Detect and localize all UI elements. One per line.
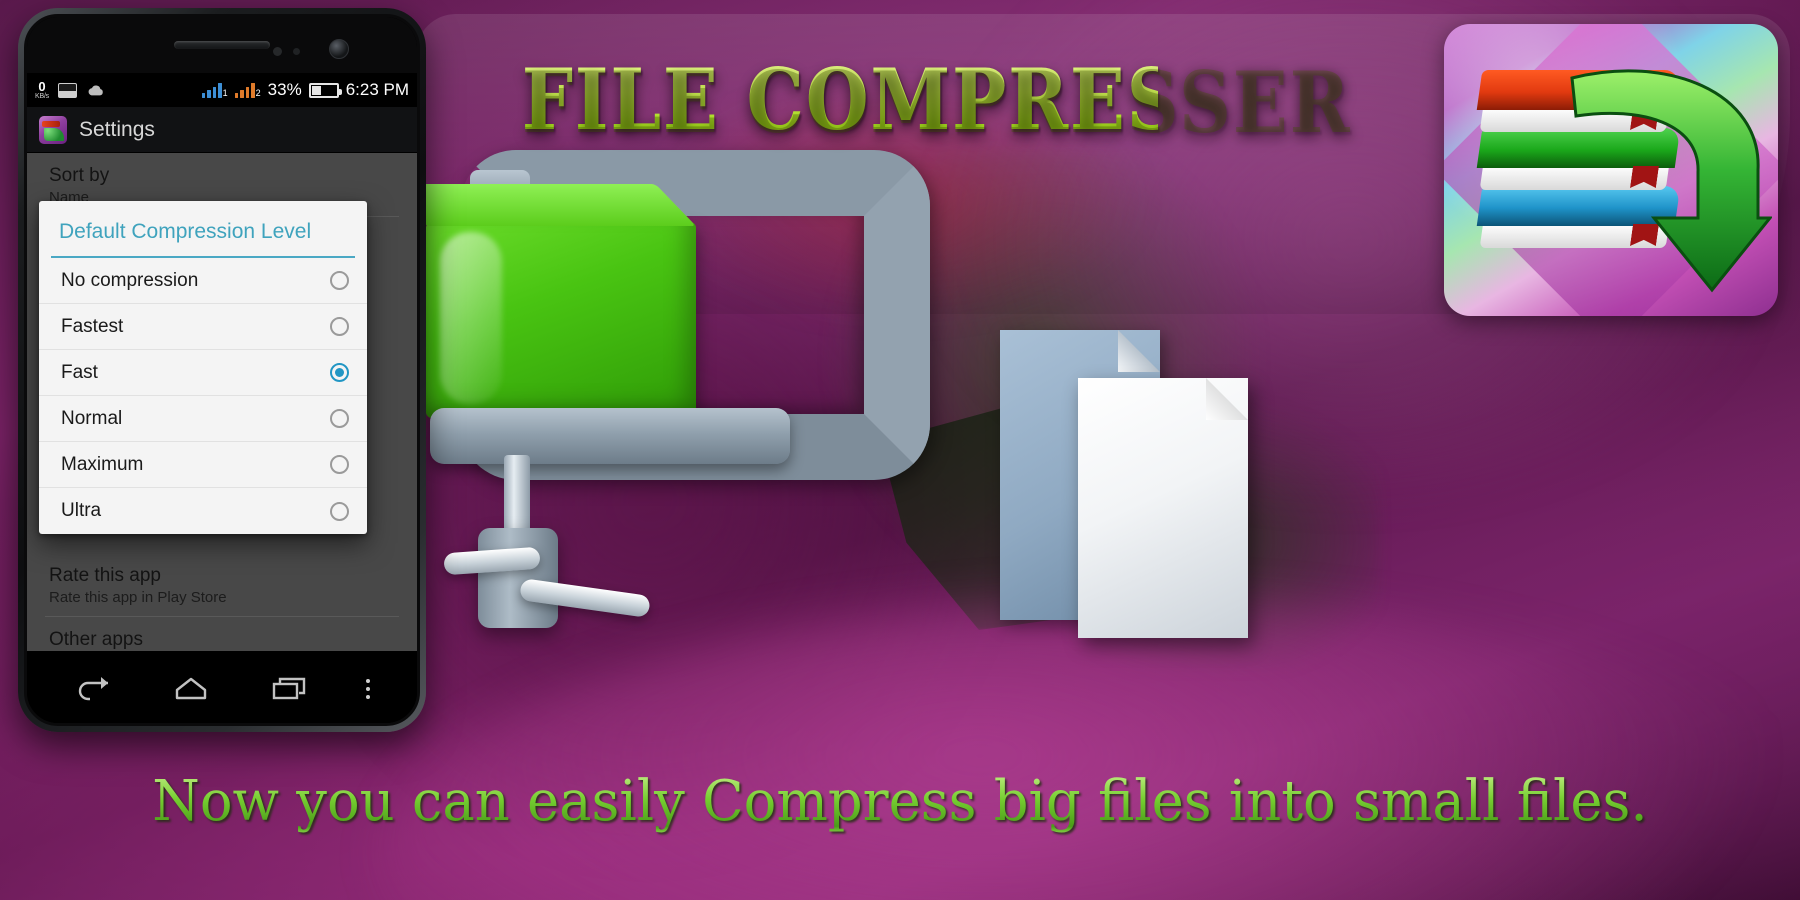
data-rate-indicator: 0 KB/s — [35, 80, 49, 100]
navigation-bar — [27, 651, 417, 723]
sim2-label: 2 — [255, 88, 261, 98]
action-bar-title: Settings — [79, 117, 155, 141]
dialog-option-fast[interactable]: Fast — [39, 350, 367, 396]
document-fold-corner — [1118, 330, 1160, 372]
data-rate-unit: KB/s — [35, 93, 49, 100]
signal-bars-sim2-icon: 2 — [234, 82, 261, 98]
image-icon — [57, 82, 77, 98]
promo-title: FILE COMPRESSER — [521, 50, 1352, 149]
app-icon — [1444, 24, 1778, 316]
option-label: Normal — [61, 407, 123, 429]
clamp-green-block — [426, 222, 696, 418]
data-rate-value: 0 — [38, 79, 46, 94]
radio-button[interactable] — [330, 409, 349, 428]
status-bar-left: 0 KB/s — [35, 80, 202, 100]
dialog-option-maximum[interactable]: Maximum — [39, 442, 367, 488]
clamp-illustration — [420, 150, 940, 670]
signal-bars-sim1-icon: 1 — [201, 82, 228, 98]
overflow-menu-icon[interactable] — [366, 679, 371, 699]
option-label: Ultra — [61, 500, 102, 521]
dialog-option-fastest[interactable]: Fastest — [39, 304, 367, 350]
option-label: Maximum — [61, 453, 144, 475]
dialog-option-no-compression[interactable]: No compression — [39, 258, 367, 304]
option-label: No compression — [61, 269, 199, 291]
option-label: Fast — [61, 361, 98, 383]
app-logo-icon[interactable] — [39, 115, 67, 144]
promo-banner: FILE COMPRESSER Now you can easily Compr… — [0, 0, 1800, 900]
phone-mockup: 0 KB/s 1 2 33% 6:23 PM Settings Sort by … — [18, 8, 426, 732]
promo-caption: Now you can easily Compress big files in… — [27, 770, 1773, 834]
dialog-option-ultra[interactable]: Ultra — [39, 488, 367, 534]
proximity-sensor — [273, 47, 282, 56]
front-camera — [329, 39, 349, 59]
status-bar-right: 1 2 33% 6:23 PM — [201, 80, 409, 100]
dialog-title: Default Compression Level — [59, 220, 312, 243]
green-arrow-icon — [1570, 69, 1772, 293]
action-bar: Settings — [27, 107, 417, 153]
settings-list: Sort by Name Rate this app Rate this app… — [27, 153, 417, 651]
light-sensor — [293, 48, 300, 55]
phone-speaker — [174, 41, 270, 49]
clamp-bar — [430, 408, 790, 464]
radio-button-selected[interactable] — [330, 363, 349, 382]
document-front-page — [1078, 378, 1248, 638]
dialog-option-normal[interactable]: Normal — [39, 396, 367, 442]
home-icon[interactable] — [171, 674, 211, 704]
status-bar-clock: 6:23 PM — [345, 80, 409, 99]
battery-percent: 33% — [267, 80, 302, 99]
back-icon[interactable] — [74, 674, 114, 704]
phone-screen-frame: 0 KB/s 1 2 33% 6:23 PM Settings Sort by … — [24, 14, 420, 726]
documents-illustration — [1000, 330, 1280, 650]
phone-earpiece-area — [27, 17, 417, 73]
recents-icon[interactable] — [269, 674, 309, 704]
clamp-screw — [504, 455, 530, 539]
document-fold-corner — [1206, 378, 1248, 420]
radio-button[interactable] — [330, 455, 349, 474]
phone-screen: 0 KB/s 1 2 33% 6:23 PM Settings Sort by … — [27, 73, 417, 651]
battery-icon — [308, 82, 342, 98]
status-bar: 0 KB/s 1 2 33% 6:23 PM — [27, 73, 417, 107]
radio-button[interactable] — [330, 317, 349, 336]
compression-level-dialog: Default Compression Level No compression… — [39, 201, 367, 534]
clamp-knob-base — [478, 528, 558, 628]
option-label: Fastest — [61, 315, 124, 337]
radio-button[interactable] — [330, 271, 349, 290]
sim1-label: 1 — [222, 88, 228, 98]
cloud-icon — [88, 84, 103, 95]
radio-button[interactable] — [330, 501, 349, 521]
